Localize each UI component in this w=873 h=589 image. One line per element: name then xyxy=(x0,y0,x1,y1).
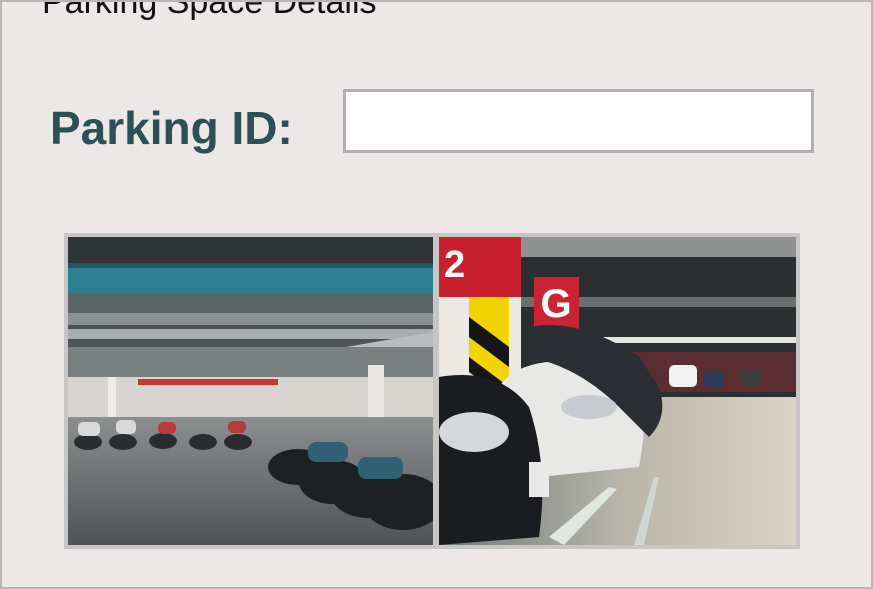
motorcycle-garage-image xyxy=(68,237,433,545)
svg-text:2: 2 xyxy=(444,244,465,286)
parking-id-input[interactable] xyxy=(343,89,814,153)
parking-id-label: Parking ID: xyxy=(50,102,293,154)
image-gallery: G 2 xyxy=(64,233,800,549)
car-garage-image: G 2 xyxy=(439,237,796,545)
page-container: Parking Space Details Parking ID: G 2 xyxy=(0,0,873,589)
page-title: Parking Space Details xyxy=(42,0,377,21)
svg-text:G: G xyxy=(540,282,571,326)
